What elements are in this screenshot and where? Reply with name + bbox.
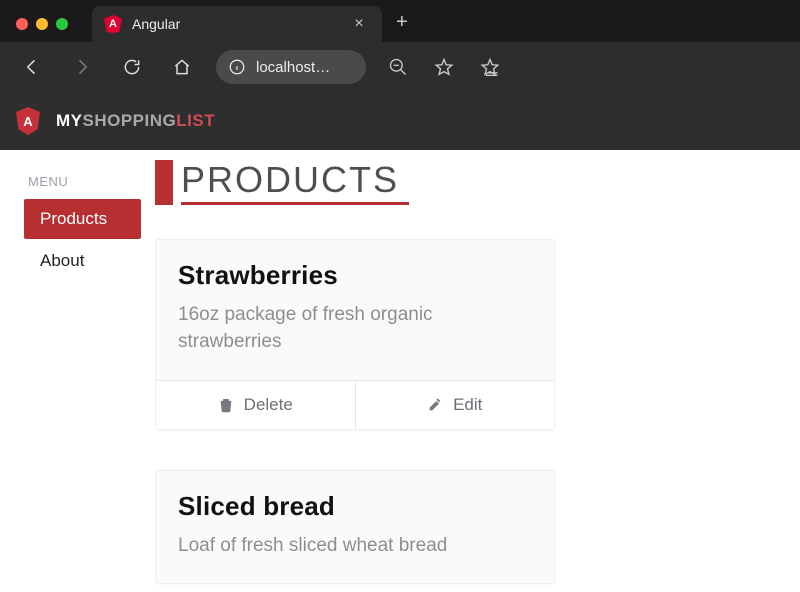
product-card: Strawberries 16oz package of fresh organ…	[155, 239, 555, 430]
brand-part-my: MY	[56, 111, 83, 130]
brand-part-shopping: SHOPPING	[83, 111, 177, 130]
product-card-actions: Delete Edit	[156, 380, 554, 429]
brand-part-list: LIST	[176, 111, 215, 130]
url-text: localhost…	[256, 59, 354, 76]
main-content: PRODUCTS Strawberries 16oz package of fr…	[155, 150, 800, 592]
brand-shield-icon	[16, 107, 40, 135]
info-icon	[228, 58, 246, 76]
close-tab-button[interactable]: ×	[348, 13, 370, 35]
titlebar: Angular × +	[0, 0, 800, 42]
home-button[interactable]	[160, 47, 204, 87]
sidebar-item-label: About	[40, 251, 84, 270]
minimize-window-button[interactable]	[36, 18, 48, 30]
close-window-button[interactable]	[16, 18, 28, 30]
trash-icon	[218, 397, 234, 413]
address-bar[interactable]: localhost…	[216, 50, 366, 84]
page-body: MENU Products About PRODUCTS Strawberrie…	[0, 150, 800, 592]
sidebar-item-about[interactable]: About	[24, 241, 141, 281]
browser-tab[interactable]: Angular ×	[92, 6, 382, 42]
product-card: Sliced bread Loaf of fresh sliced wheat …	[155, 470, 555, 585]
product-description: 16oz package of fresh organic strawberri…	[178, 301, 532, 356]
window-controls	[8, 18, 76, 42]
tab-title: Angular	[132, 16, 348, 32]
brand-logo[interactable]: MYSHOPPINGLIST	[56, 111, 215, 131]
browser-toolbar: localhost…	[0, 42, 800, 92]
reading-list-button[interactable]	[470, 47, 510, 87]
edit-label: Edit	[453, 395, 482, 415]
title-accent-bar	[155, 160, 173, 205]
new-tab-button[interactable]: +	[382, 11, 422, 42]
product-card-body: Sliced bread Loaf of fresh sliced wheat …	[156, 471, 554, 584]
browser-chrome: Angular × + localhost…	[0, 0, 800, 92]
edit-button[interactable]: Edit	[356, 381, 555, 429]
delete-button[interactable]: Delete	[156, 381, 356, 429]
product-card-body: Strawberries 16oz package of fresh organ…	[156, 240, 554, 380]
delete-label: Delete	[244, 395, 293, 415]
product-name: Strawberries	[178, 260, 532, 291]
app-header: MYSHOPPINGLIST	[0, 92, 800, 150]
tab-strip: Angular × +	[92, 0, 422, 42]
page-title-block: PRODUCTS	[155, 160, 770, 205]
sidebar: MENU Products About	[0, 150, 155, 592]
page-title: PRODUCTS	[181, 160, 409, 205]
forward-button[interactable]	[60, 47, 104, 87]
angular-favicon-icon	[104, 15, 122, 33]
product-description: Loaf of fresh sliced wheat bread	[178, 532, 532, 560]
edit-icon	[427, 397, 443, 413]
sidebar-item-label: Products	[40, 209, 107, 228]
sidebar-heading: MENU	[0, 174, 155, 199]
back-button[interactable]	[10, 47, 54, 87]
sidebar-item-products[interactable]: Products	[24, 199, 141, 239]
maximize-window-button[interactable]	[56, 18, 68, 30]
product-name: Sliced bread	[178, 491, 532, 522]
zoom-out-button[interactable]	[378, 47, 418, 87]
favorite-button[interactable]	[424, 47, 464, 87]
reload-button[interactable]	[110, 47, 154, 87]
